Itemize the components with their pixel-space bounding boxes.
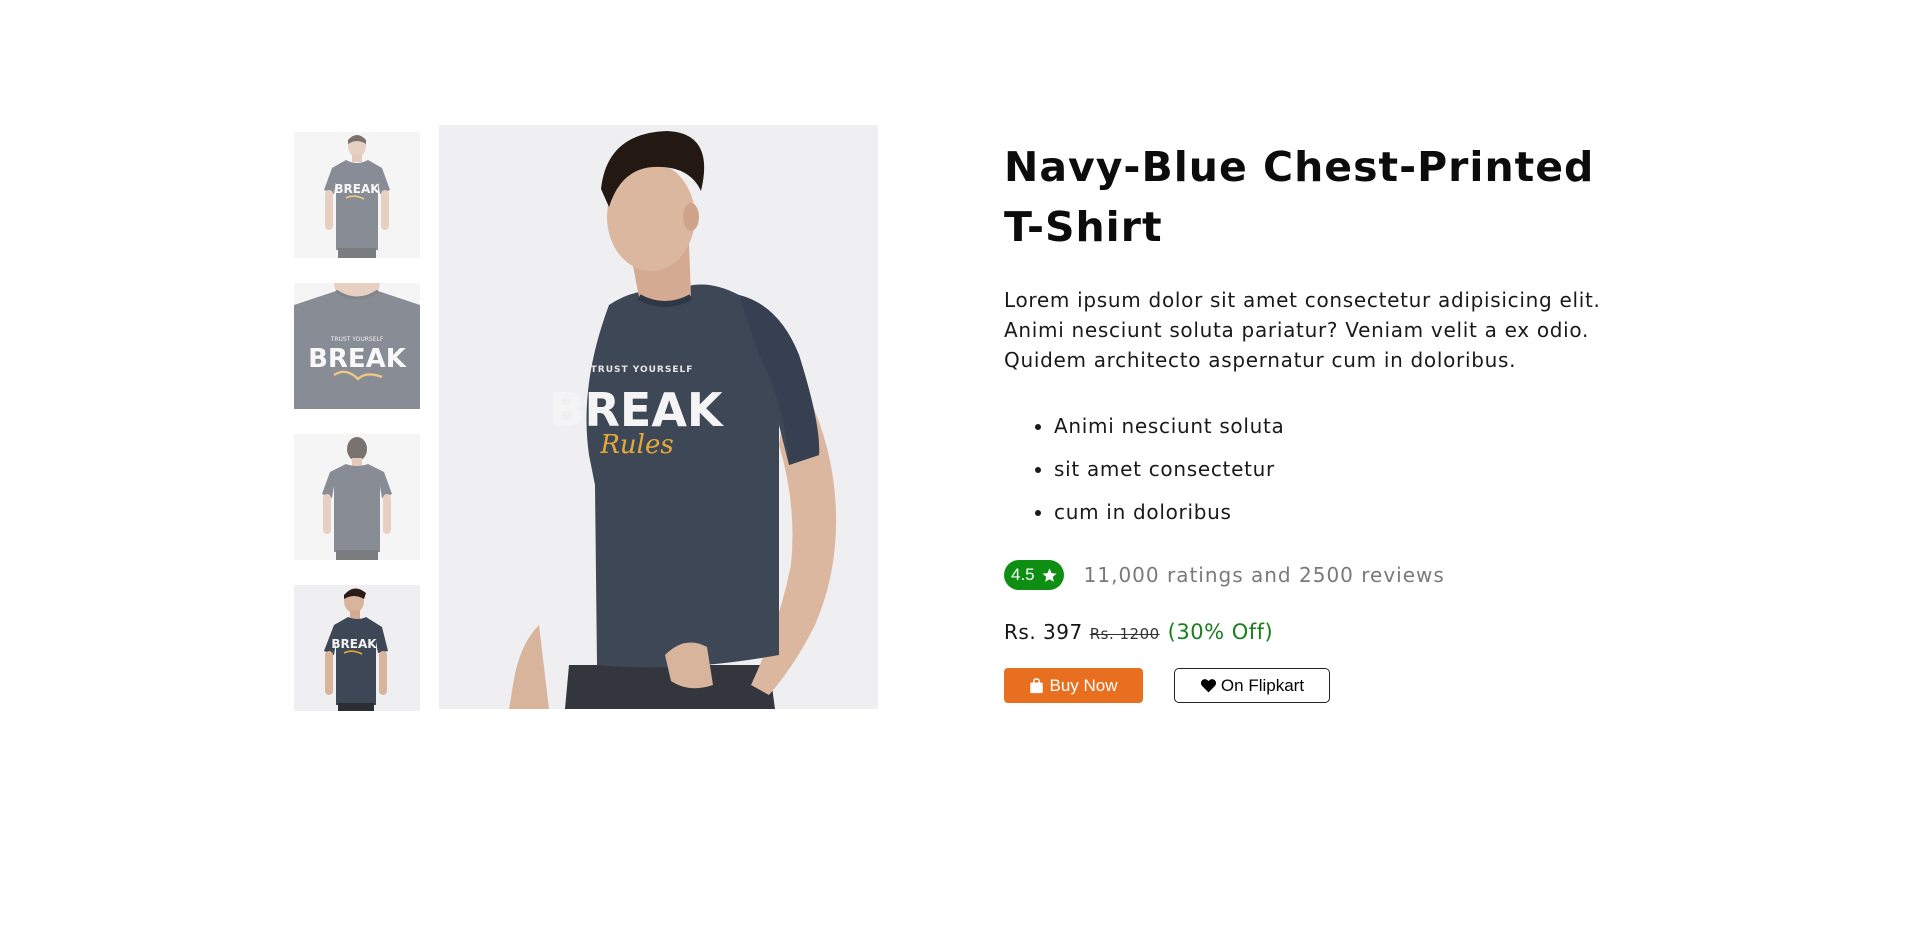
product-gallery: BREAK TRUST YOURSELF BREAK BREAK TRUST Y… xyxy=(294,125,884,711)
star-icon xyxy=(1042,567,1057,582)
rating-row: 4.5 11,000 ratings and 2500 reviews xyxy=(1004,560,1644,590)
thumbnail-front-print: BREAK xyxy=(334,182,380,196)
thumbnail-side[interactable]: BREAK xyxy=(294,585,420,711)
thumbnail-side-print: BREAK xyxy=(331,637,377,651)
feature-item: Animi nesciunt soluta xyxy=(1054,405,1644,448)
main-product-image[interactable]: TRUST YOURSELF BREAK Rules xyxy=(439,125,878,709)
product-details: Navy-Blue Chest-Printed T-Shirt Lorem ip… xyxy=(1004,137,1644,703)
heart-icon xyxy=(1200,679,1217,693)
thumbnail-back[interactable] xyxy=(294,434,420,560)
feature-item: cum in doloribus xyxy=(1054,491,1644,534)
thumbnail-side-image: BREAK xyxy=(294,585,420,711)
product-description: Lorem ipsum dolor sit amet consectetur a… xyxy=(1004,288,1601,372)
discount-percent: (30% Off) xyxy=(1167,620,1274,644)
ratings-reviews-count: 11,000 ratings and 2500 reviews xyxy=(1083,563,1445,587)
rating-value: 4.5 xyxy=(1011,565,1035,584)
buy-now-label: Buy Now xyxy=(1049,675,1118,695)
buy-now-button[interactable]: Buy Now xyxy=(1004,668,1143,703)
original-price: Rs. 1200 xyxy=(1089,625,1160,643)
thumbnail-list: BREAK TRUST YOURSELF BREAK BREAK xyxy=(294,132,420,736)
feature-list: Animi nesciunt soluta sit amet consectet… xyxy=(1004,405,1644,534)
main-print-tagline: TRUST YOURSELF xyxy=(591,365,694,375)
rating-badge: 4.5 xyxy=(1004,560,1064,590)
thumbnail-back-image xyxy=(294,434,420,560)
shopping-bag-icon xyxy=(1030,677,1044,693)
thumbnail-chest-closeup-image: TRUST YOURSELF BREAK xyxy=(294,283,420,409)
thumbnail-chest-closeup[interactable]: TRUST YOURSELF BREAK xyxy=(294,283,420,409)
price-row: Rs. 397 Rs. 1200 (30% Off) xyxy=(1004,620,1644,644)
on-flipkart-button[interactable]: On Flipkart xyxy=(1174,668,1330,703)
thumbnail-front-image: BREAK xyxy=(294,132,420,258)
thumbnail-chest-print: BREAK xyxy=(308,344,407,374)
feature-item: sit amet consectetur xyxy=(1054,448,1644,491)
thumbnail-front[interactable]: BREAK xyxy=(294,132,420,258)
svg-text:TRUST YOURSELF: TRUST YOURSELF xyxy=(330,336,384,343)
action-buttons: Buy Now On Flipkart xyxy=(1004,668,1644,703)
on-flipkart-label: On Flipkart xyxy=(1220,675,1305,695)
main-product-photo: TRUST YOURSELF BREAK Rules xyxy=(439,125,878,709)
current-price: Rs. 397 xyxy=(1004,620,1083,644)
main-print-script: Rules xyxy=(599,430,673,460)
product-title: Navy-Blue Chest-Printed T-Shirt xyxy=(1004,143,1595,251)
main-print-headline: BREAK xyxy=(549,383,725,437)
